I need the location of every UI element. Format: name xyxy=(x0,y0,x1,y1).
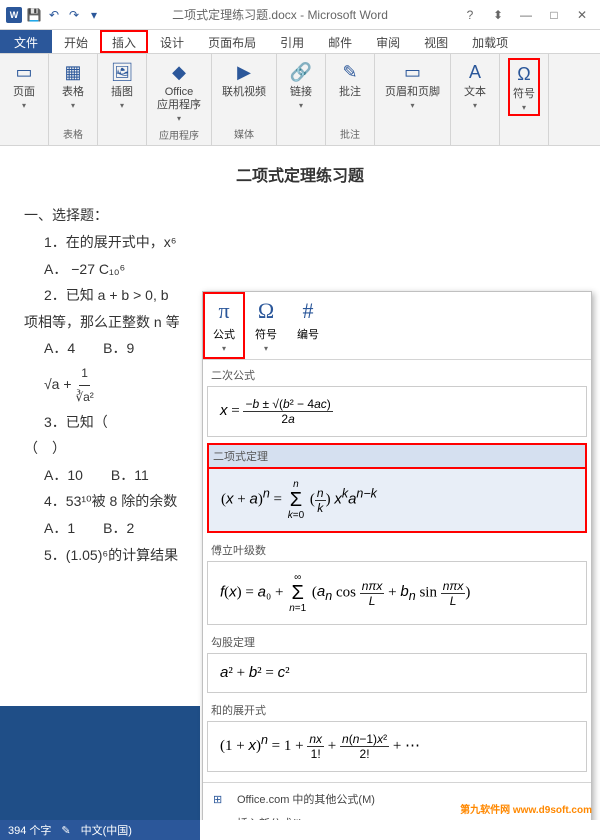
eq-binomial[interactable]: 二项式定理 (x + a)n = nΣk=0 (nk) xkan−k xyxy=(207,443,587,533)
quick-access-toolbar: W 💾 ↶ ↷ ▾ xyxy=(0,7,108,23)
word-icon: W xyxy=(6,7,22,23)
header-footer-button[interactable]: ▭页眉和页脚▾ xyxy=(383,58,442,112)
save-icon[interactable]: 💾 xyxy=(26,7,42,23)
office-apps-button[interactable]: ◆Office 应用程序▾ xyxy=(155,58,203,125)
tab-addin[interactable]: 加载项 xyxy=(460,30,520,53)
eq-fourier-box: f(x) = a₀ + ∞Σn=1 (an cos nπxL + bn sin … xyxy=(207,561,587,625)
link-icon: 🔗 xyxy=(289,60,313,84)
table-button[interactable]: ▦表格▾ xyxy=(57,58,89,112)
tab-design[interactable]: 设计 xyxy=(148,30,196,53)
eq-quadratic[interactable]: 二次公式 x = −b ± √(b² − 4ac)2a xyxy=(207,364,587,437)
number-button[interactable]: # 编号 xyxy=(287,292,329,359)
equation-button[interactable]: π 公式 ▾ xyxy=(203,292,245,359)
tab-file[interactable]: 文件 xyxy=(0,30,52,53)
eq-binomial-box: (x + a)n = nΣk=0 (nk) xkan−k xyxy=(207,467,587,533)
page-icon: ▭ xyxy=(12,60,36,84)
question-1a: A． −27 C₁₀⁶ xyxy=(44,256,576,283)
watermark: 第九软件网 www.d9soft.com xyxy=(460,801,592,816)
eq-pythagorean[interactable]: 勾股定理 a² + b² = c² xyxy=(207,631,587,693)
tab-home[interactable]: 开始 xyxy=(52,30,100,53)
symbol-button[interactable]: Ω符号▾ xyxy=(508,58,540,116)
eq-expansion-box: (1 + x)n = 1 + nx1! + n(n−1)x²2! + ⋯ xyxy=(207,721,587,772)
language-status[interactable]: 中文(中国) xyxy=(81,822,132,838)
title-bar: W 💾 ↶ ↷ ▾ 二项式定理练习题.docx - Microsoft Word… xyxy=(0,0,600,30)
link-button[interactable]: 🔗链接▾ xyxy=(285,58,317,112)
illustration-button[interactable]: 🖼插图▾ xyxy=(106,58,138,112)
text-button[interactable]: A文本▾ xyxy=(459,58,491,112)
minimize-icon[interactable]: — xyxy=(516,8,536,22)
tab-layout[interactable]: 页面布局 xyxy=(196,30,268,53)
spellcheck-icon[interactable]: ✎ xyxy=(61,824,70,837)
symbol-dropdown-button[interactable]: Ω 符号 ▾ xyxy=(245,292,287,359)
doc-title: 二项式定理练习题 xyxy=(24,162,576,192)
header-icon: ▭ xyxy=(401,60,425,84)
tab-references[interactable]: 引用 xyxy=(268,30,316,53)
close-icon[interactable]: ✕ xyxy=(572,8,592,22)
help-icon[interactable]: ? xyxy=(460,8,480,22)
section-header: 一、选择题： xyxy=(24,202,576,229)
comment-icon: ✎ xyxy=(338,60,362,84)
qat-dropdown-icon[interactable]: ▾ xyxy=(86,7,102,23)
hash-icon: # xyxy=(303,298,314,324)
comment-button[interactable]: ✎批注 xyxy=(334,58,366,101)
window-title: 二项式定理练习题.docx - Microsoft Word xyxy=(108,6,452,23)
status-bar: 394 个字 ✎ 中文(中国) xyxy=(0,820,200,840)
equation-gallery[interactable]: 二次公式 x = −b ± √(b² − 4ac)2a 二项式定理 (x + a… xyxy=(203,360,591,782)
word-count[interactable]: 394 个字 xyxy=(8,822,51,838)
ribbon: ▭页面▾ ▦表格▾ 表格 🖼插图▾ ◆Office 应用程序▾ 应用程序 ▶联机… xyxy=(0,54,600,146)
tab-mail[interactable]: 邮件 xyxy=(316,30,364,53)
eq-expansion[interactable]: 和的展开式 (1 + x)n = 1 + nx1! + n(n−1)x²2! +… xyxy=(207,699,587,772)
online-video-button[interactable]: ▶联机视频 xyxy=(220,58,268,101)
eq-fourier[interactable]: 傅立叶级数 f(x) = a₀ + ∞Σn=1 (an cos nπxL + b… xyxy=(207,539,587,625)
eq-quadratic-box: x = −b ± √(b² − 4ac)2a xyxy=(207,386,587,437)
omega-dropdown-icon: Ω xyxy=(258,298,274,324)
ribbon-toggle-icon[interactable]: ⬍ xyxy=(488,8,508,22)
pi-small-icon: π xyxy=(213,817,229,820)
ribbon-tabs: 文件 开始 插入 设计 页面布局 引用 邮件 审阅 视图 加载项 xyxy=(0,30,600,54)
background-panel xyxy=(0,706,200,820)
redo-icon[interactable]: ↷ xyxy=(66,7,82,23)
video-icon: ▶ xyxy=(232,60,256,84)
picture-icon: 🖼 xyxy=(110,60,134,84)
window-controls: ? ⬍ — □ ✕ xyxy=(452,8,600,22)
dropdown-header: π 公式 ▾ Ω 符号 ▾ # 编号 xyxy=(203,292,591,360)
office-apps-icon: ◆ xyxy=(167,60,191,84)
tab-review[interactable]: 审阅 xyxy=(364,30,412,53)
pi-icon: π xyxy=(218,298,229,324)
equation-dropdown: π 公式 ▾ Ω 符号 ▾ # 编号 二次公式 x = −b ± √(b² − … xyxy=(202,291,592,820)
undo-icon[interactable]: ↶ xyxy=(46,7,62,23)
tab-insert[interactable]: 插入 xyxy=(100,30,148,53)
maximize-icon[interactable]: □ xyxy=(544,8,564,22)
tab-view[interactable]: 视图 xyxy=(412,30,460,53)
document-area: 二项式定理练习题 一、选择题： 1．在的展开式中，x⁶ A． −27 C₁₀⁶ … xyxy=(0,146,600,820)
eq-pythagorean-box: a² + b² = c² xyxy=(207,653,587,693)
question-1: 1．在的展开式中，x⁶ xyxy=(44,229,576,256)
office-icon: ⊞ xyxy=(213,793,229,806)
page-button[interactable]: ▭页面▾ xyxy=(8,58,40,112)
table-icon: ▦ xyxy=(61,60,85,84)
text-icon: A xyxy=(463,60,487,84)
omega-icon: Ω xyxy=(512,62,536,86)
